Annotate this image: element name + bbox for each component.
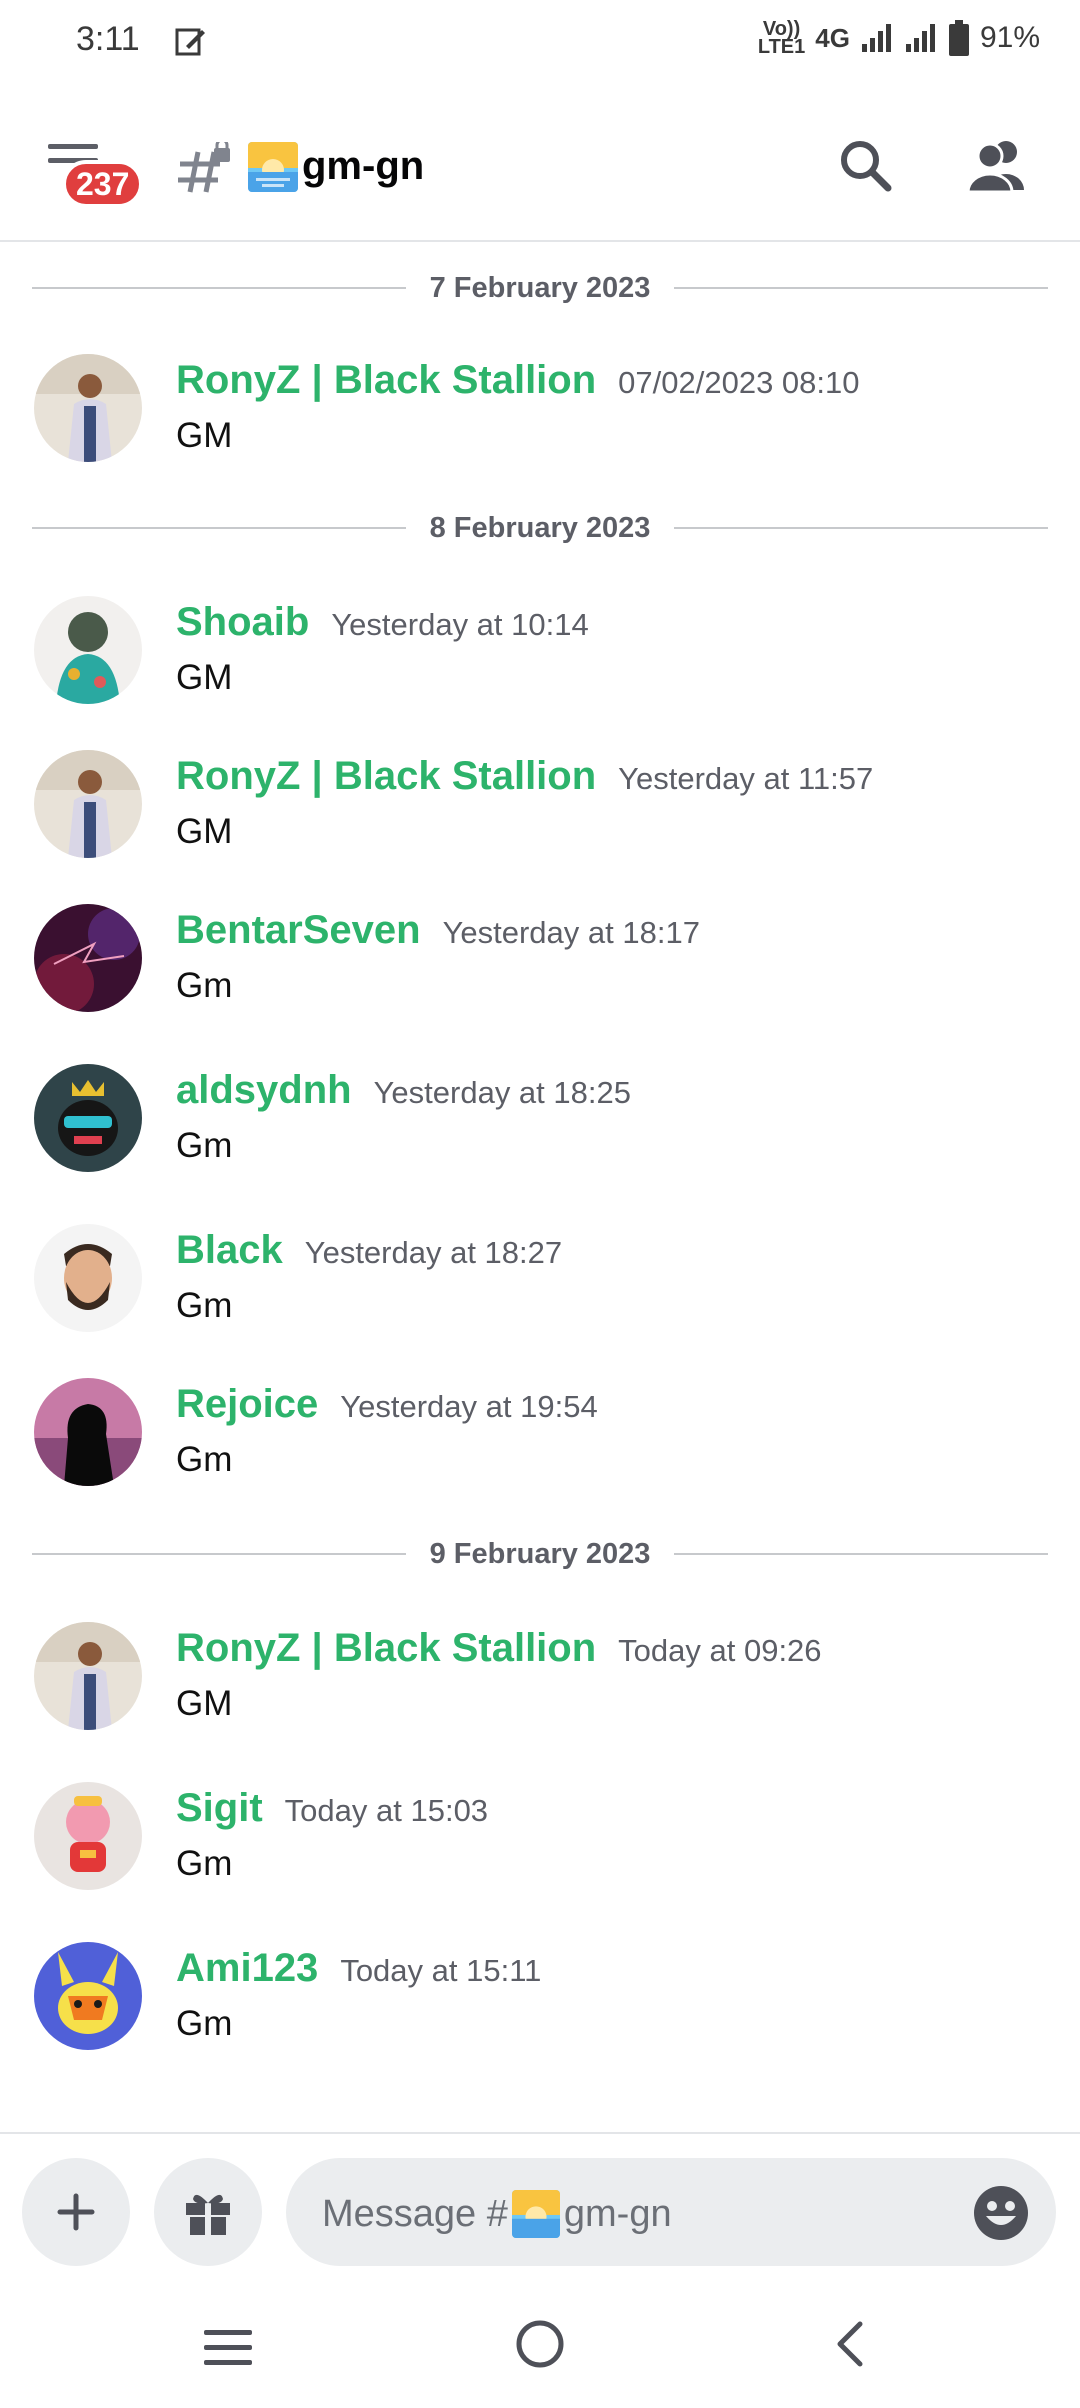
signal-icon bbox=[861, 24, 891, 52]
search-icon[interactable] bbox=[830, 130, 900, 200]
message-text: Gm bbox=[176, 966, 233, 1005]
message-placeholder: Message # gm-gn bbox=[322, 2190, 672, 2238]
avatar[interactable] bbox=[34, 750, 142, 858]
channel-name: gm-gn bbox=[302, 144, 425, 188]
avatar[interactable] bbox=[34, 1782, 142, 1890]
note-edit-icon bbox=[175, 28, 205, 56]
unread-badge: 237 bbox=[62, 160, 144, 208]
members-icon[interactable] bbox=[962, 130, 1032, 200]
message-author[interactable]: Rejoice Yesterday at 19:54 bbox=[176, 1382, 598, 1427]
avatar[interactable] bbox=[34, 1622, 142, 1730]
avatar[interactable] bbox=[34, 904, 142, 1012]
channel-header: 237 gm-gn bbox=[0, 90, 1080, 242]
message-text: Gm bbox=[176, 1440, 233, 1479]
message-item[interactable]: RonyZ | Black Stallion Yesterday at 11:57… bbox=[0, 750, 1080, 880]
message-item[interactable]: Ami123 Today at 15:11 Gm bbox=[0, 1942, 1080, 2072]
message-timestamp: Yesterday at 18:27 bbox=[304, 1235, 563, 1270]
message-timestamp: Yesterday at 18:25 bbox=[373, 1075, 631, 1110]
add-attachment-button[interactable] bbox=[22, 2158, 130, 2266]
message-timestamp: Yesterday at 11:57 bbox=[618, 761, 874, 796]
message-text: GM bbox=[176, 1684, 233, 1723]
status-time: 3:11 bbox=[76, 20, 140, 58]
message-item[interactable]: RonyZ | Black Stallion Today at 09:26 GM bbox=[0, 1622, 1080, 1752]
avatar[interactable] bbox=[34, 1064, 142, 1172]
signal-icon-2 bbox=[905, 24, 935, 52]
message-list[interactable]: 7 February 2023 RonyZ | Black Stallion 07… bbox=[0, 242, 1080, 2132]
message-item[interactable]: RonyZ | Black Stallion 07/02/2023 08:10 G… bbox=[0, 354, 1080, 484]
message-author[interactable]: aldsydnh Yesterday at 18:25 bbox=[176, 1068, 631, 1113]
message-text: Gm bbox=[176, 1126, 233, 1165]
message-author[interactable]: BentarSeven Yesterday at 18:17 bbox=[176, 908, 700, 953]
system-nav-bar bbox=[0, 2282, 1080, 2408]
message-timestamp: 07/02/2023 08:10 bbox=[618, 365, 860, 400]
battery-percent: 91% bbox=[979, 21, 1040, 54]
gift-icon bbox=[186, 2194, 230, 2235]
message-author[interactable]: RonyZ | Black Stallion Yesterday at 11:57 bbox=[176, 754, 873, 799]
message-text: Gm bbox=[176, 1286, 233, 1325]
message-text: GM bbox=[176, 416, 233, 455]
nav-back-icon[interactable] bbox=[830, 2318, 870, 2370]
message-author[interactable]: Shoaib Yesterday at 10:14 bbox=[176, 600, 589, 645]
date-divider: 7 February 2023 bbox=[32, 268, 1049, 308]
avatar[interactable] bbox=[34, 1224, 142, 1332]
message-author[interactable]: RonyZ | Black Stallion 07/02/2023 08:10 bbox=[176, 358, 860, 403]
message-item[interactable]: BentarSeven Yesterday at 18:17 Gm bbox=[0, 904, 1080, 1034]
message-timestamp: Today at 15:03 bbox=[284, 1793, 489, 1828]
status-indicators: Vo)) LTE1 4G 91% bbox=[757, 18, 1040, 58]
message-text: GM bbox=[176, 812, 233, 851]
emoji-icon[interactable] bbox=[972, 2184, 1030, 2242]
message-text: Gm bbox=[176, 1844, 233, 1883]
message-timestamp: Yesterday at 10:14 bbox=[331, 607, 589, 642]
message-timestamp: Yesterday at 18:17 bbox=[442, 915, 700, 950]
message-author[interactable]: Black Yesterday at 18:27 bbox=[176, 1228, 562, 1273]
message-text: GM bbox=[176, 658, 233, 697]
date-divider: 8 February 2023 bbox=[32, 508, 1049, 548]
message-item[interactable]: aldsydnh Yesterday at 18:25 Gm bbox=[0, 1064, 1080, 1194]
sunrise-emoji bbox=[248, 142, 298, 192]
avatar[interactable] bbox=[34, 1378, 142, 1486]
avatar[interactable] bbox=[34, 596, 142, 704]
message-author[interactable]: Sigit Today at 15:03 bbox=[176, 1786, 488, 1831]
nav-home-icon[interactable] bbox=[514, 2318, 566, 2370]
menu-button[interactable]: 237 bbox=[48, 142, 144, 208]
network-type: 4G bbox=[815, 22, 850, 53]
nav-recents-icon[interactable] bbox=[202, 2326, 254, 2370]
volte-indicator: Vo)) LTE1 bbox=[757, 18, 806, 58]
message-timestamp: Today at 15:11 bbox=[340, 1953, 542, 1988]
message-timestamp: Yesterday at 19:54 bbox=[340, 1389, 598, 1424]
message-author[interactable]: Ami123 Today at 15:11 bbox=[176, 1946, 541, 1991]
status-bar: 3:11 Vo)) LTE1 4G 91% bbox=[0, 0, 1080, 90]
message-item[interactable]: Rejoice Yesterday at 19:54 Gm bbox=[0, 1378, 1080, 1508]
battery-icon bbox=[948, 20, 969, 56]
gift-button[interactable] bbox=[154, 2158, 262, 2266]
message-author[interactable]: RonyZ | Black Stallion Today at 09:26 bbox=[176, 1626, 822, 1671]
avatar[interactable] bbox=[34, 354, 142, 462]
date-divider: 9 February 2023 bbox=[32, 1534, 1049, 1574]
plus-icon bbox=[57, 2193, 95, 2231]
message-text: Gm bbox=[176, 2004, 233, 2043]
message-item[interactable]: Black Yesterday at 18:27 Gm bbox=[0, 1224, 1080, 1354]
message-composer: Message # gm-gn bbox=[0, 2132, 1080, 2284]
avatar[interactable] bbox=[34, 1942, 142, 2050]
message-timestamp: Today at 09:26 bbox=[618, 1633, 822, 1668]
message-item[interactable]: Sigit Today at 15:03 Gm bbox=[0, 1782, 1080, 1912]
sunrise-emoji bbox=[511, 2190, 560, 2238]
message-input[interactable]: Message # gm-gn bbox=[286, 2158, 1056, 2266]
message-item[interactable]: Shoaib Yesterday at 10:14 GM bbox=[0, 596, 1080, 726]
channel-locked-hash-icon bbox=[178, 142, 230, 193]
